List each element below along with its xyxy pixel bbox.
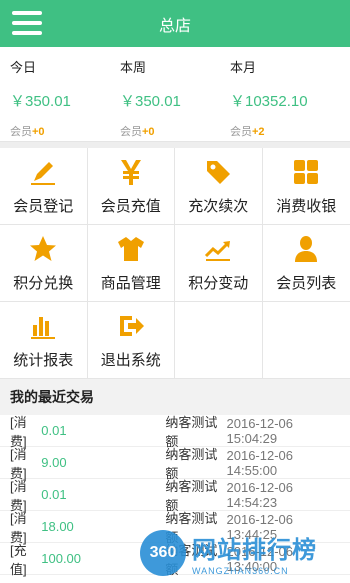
stat-value: ￥350.01 — [120, 93, 181, 110]
table-row[interactable]: [消费] 0.01 纳客测试额 2016-12-06 15:04:29 — [0, 415, 350, 449]
menu-label: 充次续次 — [188, 197, 249, 215]
menu-member-list[interactable]: 会员列表 — [262, 225, 350, 302]
menu-label: 会员登记 — [13, 197, 74, 215]
hamburger-menu-icon[interactable] — [12, 11, 42, 35]
stat-value: ￥10352.10 — [230, 93, 308, 110]
menu-stat-report[interactable]: 统计报表 — [0, 302, 88, 379]
stat-member: 会员+2 — [230, 126, 265, 138]
grid-icon — [291, 157, 321, 187]
menu-label: 会员充值 — [100, 197, 161, 215]
exit-icon — [116, 311, 146, 341]
person-icon — [291, 234, 321, 264]
tx-amount: 100.00 — [41, 551, 82, 566]
menu-points-change[interactable]: 积分变动 — [175, 225, 263, 302]
empty-cell — [262, 302, 350, 379]
stats-panel: 今日 ￥350.01 会员+0 本周 ￥350.01 会员+0 本月 ￥1035… — [0, 47, 350, 142]
menu-label: 统计报表 — [13, 351, 74, 369]
stat-member: 会员+0 — [10, 126, 45, 138]
stat-month: 本月 ￥10352.10 会员+2 — [230, 57, 340, 141]
table-row[interactable]: [消费] 9.00 纳客测试额 2016-12-06 14:55:00 — [0, 447, 350, 481]
watermark-main: 网站排行榜 — [192, 536, 317, 564]
function-grid: 会员登记 会员充值 充次续次 消费收银 积分兑换 商品管理 积分变动 会员列表 … — [0, 142, 350, 379]
menu-member-register[interactable]: 会员登记 — [0, 148, 88, 225]
menu-consume-cashier[interactable]: 消费收银 — [262, 148, 350, 225]
menu-times-renew[interactable]: 充次续次 — [175, 148, 263, 225]
trend-icon — [203, 234, 233, 264]
tx-amount: 0.01 — [41, 423, 67, 438]
tx-time: 2016-12-06 15:04:29 — [226, 415, 294, 446]
tx-amount: 9.00 — [41, 455, 67, 470]
menu-label: 退出系统 — [100, 351, 161, 369]
watermark-logo: 360 网站排行榜 WANGZHAN360.CN — [140, 525, 345, 580]
stat-label: 今日 — [10, 60, 37, 75]
recent-transactions-title: 我的最近交易 — [0, 379, 350, 415]
star-icon — [28, 234, 58, 264]
pencil-icon — [28, 157, 58, 187]
stat-value: ￥350.01 — [10, 93, 71, 110]
shirt-icon — [116, 234, 146, 264]
menu-label: 积分兑换 — [13, 274, 74, 292]
menu-label: 消费收银 — [276, 197, 337, 215]
page-title: 总店 — [158, 17, 191, 35]
menu-exit[interactable]: 退出系统 — [87, 302, 175, 379]
top-bar: 总店 — [0, 0, 350, 47]
empty-cell — [175, 302, 263, 379]
tx-type: [充值] — [10, 542, 27, 577]
stat-today: 今日 ￥350.01 会员+0 — [10, 57, 120, 141]
tx-time: 2016-12-06 14:54:23 — [226, 479, 294, 510]
stat-member: 会员+0 — [120, 126, 155, 138]
stat-label: 本周 — [120, 60, 147, 75]
tx-time: 2016-12-06 14:55:00 — [226, 447, 294, 478]
watermark-text: 网站排行榜 WANGZHAN360.CN — [192, 530, 317, 576]
menu-member-recharge[interactable]: 会员充值 — [87, 148, 175, 225]
menu-goods-manage[interactable]: 商品管理 — [87, 225, 175, 302]
tx-amount: 18.00 — [41, 519, 74, 534]
tx-amount: 0.01 — [41, 487, 67, 502]
stat-week: 本周 ￥350.01 会员+0 — [120, 57, 230, 141]
watermark-badge: 360 — [140, 529, 186, 576]
stat-label: 本月 — [230, 60, 257, 75]
tag-icon — [203, 157, 233, 187]
watermark-sub: WANGZHAN360.CN — [192, 565, 289, 576]
yen-icon — [116, 157, 146, 187]
menu-points-exchange[interactable]: 积分兑换 — [0, 225, 88, 302]
menu-label: 会员列表 — [276, 274, 337, 292]
bar-chart-icon — [28, 311, 58, 341]
table-row[interactable]: [消费] 0.01 纳客测试额 2016-12-06 14:54:23 — [0, 479, 350, 513]
menu-label: 商品管理 — [100, 274, 161, 292]
menu-label: 积分变动 — [188, 274, 249, 292]
